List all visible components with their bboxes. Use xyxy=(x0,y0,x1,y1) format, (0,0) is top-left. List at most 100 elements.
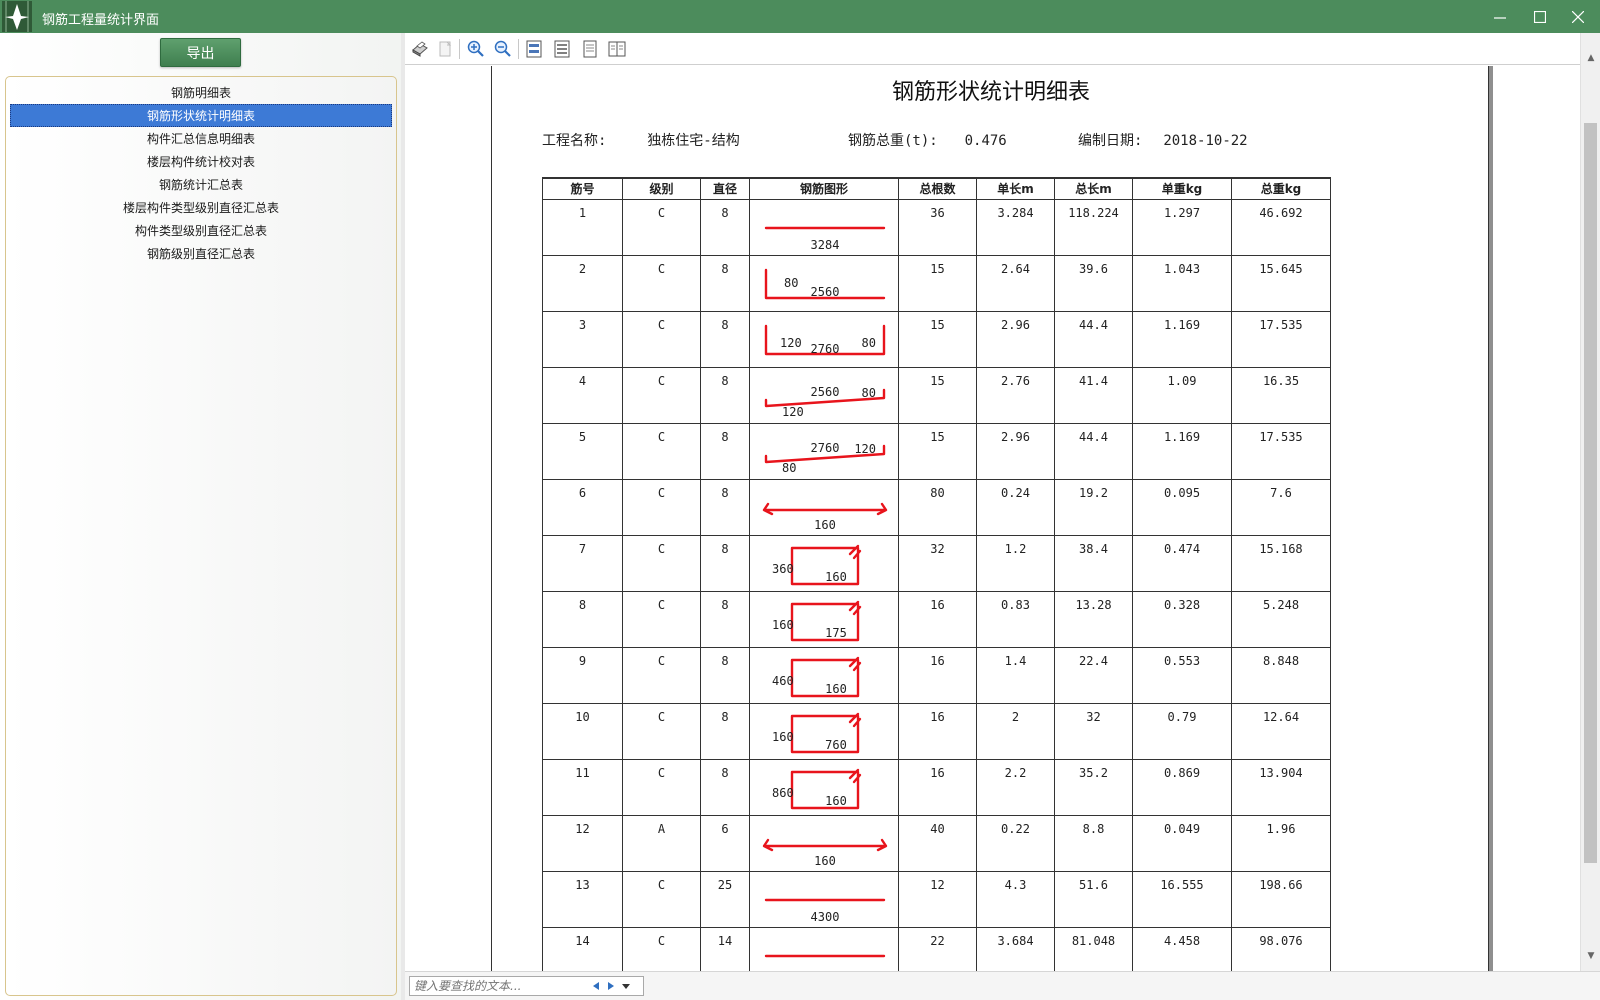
diameter-cell: 8 xyxy=(700,198,750,256)
grade-cell: A xyxy=(622,814,701,872)
rebar-shape-cell: 160 xyxy=(749,478,899,536)
total-weight-cell: 13.904 xyxy=(1231,758,1331,816)
find-previous-button[interactable] xyxy=(589,979,603,993)
single-page-button[interactable] xyxy=(578,37,602,61)
report-list-item[interactable]: 构件汇总信息明细表 xyxy=(10,127,392,150)
row-number: 10 xyxy=(542,702,623,760)
minimize-button[interactable] xyxy=(1480,0,1520,33)
scroll-down-arrow-icon[interactable]: ▼ xyxy=(1581,951,1600,967)
row-number: 14 xyxy=(542,926,623,971)
row-number: 5 xyxy=(542,422,623,480)
page-width-button[interactable] xyxy=(522,37,546,61)
rebar-shape-cell: 80 2560 xyxy=(749,254,899,312)
unit-weight-cell: 0.095 xyxy=(1132,478,1232,536)
diameter-cell: 8 xyxy=(700,590,750,648)
report-list-item[interactable]: 楼层构件类型级别直径汇总表 xyxy=(10,196,392,219)
column-header: 总长m xyxy=(1054,177,1133,200)
table-row: 14 C 14 22 3.684 81.048 4.458 98.076 xyxy=(542,926,1331,971)
project-info: 工程名称: 独栋住宅-结构 xyxy=(542,130,740,150)
unit-weight-cell: 0.869 xyxy=(1132,758,1232,816)
grade-cell: C xyxy=(622,478,701,536)
rebar-shape-cell: 160 760 xyxy=(749,702,899,760)
diameter-cell: 8 xyxy=(700,366,750,424)
search-options-dropdown[interactable] xyxy=(619,979,633,993)
table-row: 8 C 8 160 175 16 0.83 13.28 0.328 5.248 xyxy=(542,590,1331,648)
report-list-item[interactable]: 钢筋形状统计明细表 xyxy=(10,104,392,127)
count-cell: 16 xyxy=(898,590,977,648)
whole-page-button[interactable] xyxy=(550,37,574,61)
unit-length-cell: 0.22 xyxy=(976,814,1055,872)
row-number: 1 xyxy=(542,198,623,256)
shape-dimension-label: 175 xyxy=(825,626,847,640)
row-number: 11 xyxy=(542,758,623,816)
grade-cell: C xyxy=(622,646,701,704)
page-shadow xyxy=(1489,66,1493,971)
scroll-thumb[interactable] xyxy=(1584,123,1597,863)
shape-dimension-label: 2760 xyxy=(811,342,840,356)
count-cell: 15 xyxy=(898,422,977,480)
row-number: 6 xyxy=(542,478,623,536)
report-list-item[interactable]: 钢筋统计汇总表 xyxy=(10,173,392,196)
unit-length-cell: 1.4 xyxy=(976,646,1055,704)
table-row: 6 C 8 160 80 0.24 19.2 0.095 7.6 xyxy=(542,478,1331,536)
unit-length-cell: 2.76 xyxy=(976,366,1055,424)
row-number: 9 xyxy=(542,646,623,704)
total-length-cell: 13.28 xyxy=(1054,590,1133,648)
report-list-item[interactable]: 钢筋级别直径汇总表 xyxy=(10,242,392,265)
two-page-button[interactable] xyxy=(605,37,629,61)
grade-cell: C xyxy=(622,926,701,971)
report-list-item[interactable]: 钢筋明细表 xyxy=(10,81,392,104)
vertical-scrollbar[interactable]: ▲ ▼ xyxy=(1580,33,1600,971)
find-next-button[interactable] xyxy=(604,979,618,993)
unit-length-cell: 3.284 xyxy=(976,198,1055,256)
toolbar-separator xyxy=(459,39,460,59)
unit-length-cell: 2.96 xyxy=(976,422,1055,480)
grade-cell: C xyxy=(622,366,701,424)
shape-dimension-label: 360 xyxy=(772,562,794,576)
grade-cell: C xyxy=(622,310,701,368)
zoom-out-button[interactable] xyxy=(491,37,515,61)
column-header: 总根数 xyxy=(898,177,977,200)
unit-weight-cell: 16.555 xyxy=(1132,870,1232,928)
unit-length-cell: 2.2 xyxy=(976,758,1055,816)
report-viewer[interactable]: 钢筋形状统计明细表 工程名称: 独栋住宅-结构 钢筋总重(t): 0.476 编… xyxy=(405,66,1580,971)
count-cell: 16 xyxy=(898,702,977,760)
diameter-cell: 8 xyxy=(700,310,750,368)
table-row: 10 C 8 160 760 16 2 32 0.79 12.64 xyxy=(542,702,1331,760)
diameter-cell: 8 xyxy=(700,254,750,312)
print-button[interactable] xyxy=(408,37,432,61)
viewer-toolbar xyxy=(405,33,1585,65)
shape-dimension-label: 160 xyxy=(825,794,847,808)
total-weight-cell: 5.248 xyxy=(1231,590,1331,648)
scroll-up-arrow-icon[interactable]: ▲ xyxy=(1581,53,1600,69)
rebar-shape-drawing: 160 xyxy=(762,838,888,868)
rebar-shape-drawing: 460 160 xyxy=(772,656,862,697)
rebar-shape-cell: 360 160 xyxy=(749,534,899,592)
rebar-shape-drawing: 360 160 xyxy=(772,544,862,585)
diameter-cell: 8 xyxy=(700,534,750,592)
total-weight-value: 0.476 xyxy=(964,133,1007,149)
shape-dimension-label: 120 xyxy=(780,336,802,350)
report-list-item[interactable]: 楼层构件统计校对表 xyxy=(10,150,392,173)
report-list-item[interactable]: 构件类型级别直径汇总表 xyxy=(10,219,392,242)
shape-dimension-label: 2760 xyxy=(811,441,840,455)
copy-button[interactable] xyxy=(433,37,457,61)
export-button[interactable]: 导出 xyxy=(160,38,241,67)
grade-cell: C xyxy=(622,870,701,928)
unit-length-cell: 2 xyxy=(976,702,1055,760)
zoom-in-button[interactable] xyxy=(464,37,488,61)
table-row: 9 C 8 460 160 16 1.4 22.4 0.553 8.848 xyxy=(542,646,1331,704)
rebar-shape-cell: 160 175 xyxy=(749,590,899,648)
maximize-button[interactable] xyxy=(1520,0,1560,33)
unit-length-cell: 1.2 xyxy=(976,534,1055,592)
arrow-right-icon xyxy=(608,982,614,990)
total-length-cell: 44.4 xyxy=(1054,310,1133,368)
close-button[interactable] xyxy=(1558,0,1598,33)
single-page-icon xyxy=(583,40,597,58)
close-icon xyxy=(1572,10,1584,23)
table-row: 1 C 8 3284 36 3.284 118.224 1.297 46.692 xyxy=(542,198,1331,256)
unit-length-cell: 0.24 xyxy=(976,478,1055,536)
shape-dimension-label: 160 xyxy=(814,518,836,532)
report-list: 钢筋明细表 钢筋形状统计明细表 构件汇总信息明细表 楼层构件统计校对表 钢筋统计汇总表楼… xyxy=(5,76,397,996)
app-logo-icon[interactable] xyxy=(2,1,32,32)
